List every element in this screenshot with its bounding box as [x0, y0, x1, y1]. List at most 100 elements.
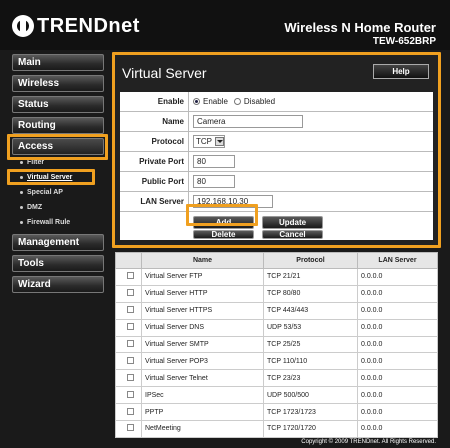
protocol-select[interactable]: TCP — [193, 135, 225, 148]
header: TRENDnet Wireless N Home Router TEW-652B… — [0, 0, 450, 50]
nav-wireless-button[interactable]: Wireless — [12, 75, 104, 92]
row-name: Virtual Server HTTP — [141, 284, 264, 303]
virtual-server-highlight — [7, 169, 95, 185]
bullet-icon — [20, 220, 23, 224]
row-name: Virtual Server Telnet — [141, 369, 264, 388]
cancel-button[interactable]: Cancel — [262, 230, 323, 239]
table-row: PPTP TCP 1723/1723 0.0.0.0 — [115, 403, 438, 422]
delete-button[interactable]: Delete — [193, 230, 254, 239]
row-protocol: TCP 21/21 — [263, 268, 358, 286]
sub-item-label: Special AP — [27, 189, 63, 196]
sidebar: Main Wireless Status Routing Access Filt… — [0, 50, 113, 448]
row-protocol: TCP 25/25 — [263, 335, 358, 354]
row-name: IPSec — [141, 386, 264, 405]
row-protocol: UDP 53/53 — [263, 318, 358, 337]
product-model: TEW-652BRP — [372, 36, 436, 47]
help-button[interactable]: Help — [373, 64, 429, 79]
row-checkbox[interactable] — [126, 424, 134, 432]
row-lan-server: 0.0.0.0 — [357, 352, 438, 371]
virtual-server-form: Enable Enable Disabled Name Camera Proto… — [120, 92, 433, 240]
row-lan-server: 0.0.0.0 — [357, 386, 438, 405]
row-lan-server: 0.0.0.0 — [357, 318, 438, 337]
row-checkbox[interactable] — [126, 306, 134, 314]
row-protocol: TCP 1720/1720 — [263, 420, 358, 438]
name-input[interactable]: Camera — [193, 115, 303, 128]
row-checkbox[interactable] — [126, 373, 134, 381]
row-name: Virtual Server SMTP — [141, 335, 264, 354]
nav-tools-button[interactable]: Tools — [12, 255, 104, 272]
nav-wizard-button[interactable]: Wizard — [12, 276, 104, 293]
protocol-label: Protocol — [120, 132, 189, 151]
row-lan-server: 0.0.0.0 — [357, 301, 438, 320]
table-row: Virtual Server HTTPS TCP 443/443 0.0.0.0 — [115, 301, 438, 320]
enable-option-label: Enable — [203, 97, 228, 106]
row-protocol: TCP 23/23 — [263, 369, 358, 388]
bullet-icon — [20, 205, 23, 209]
row-name: Virtual Server DNS — [141, 318, 264, 337]
row-protocol: TCP 80/80 — [263, 284, 358, 303]
public-port-row: Public Port 80 — [120, 172, 433, 192]
row-lan-server: 0.0.0.0 — [357, 369, 438, 388]
bullet-icon — [20, 190, 23, 194]
sub-item-label: Filter — [27, 159, 45, 166]
sub-item-special-ap[interactable]: Special AP — [20, 189, 63, 196]
lan-server-label: LAN Server — [120, 192, 189, 211]
sub-item-dmz[interactable]: DMZ — [20, 204, 42, 211]
copyright-footer: Copyright © 2009 TRENDnet. All Rights Re… — [301, 439, 436, 445]
private-port-input[interactable]: 80 — [193, 155, 235, 168]
lan-server-row: LAN Server 192.168.10.30 — [120, 192, 433, 212]
trendnet-logo: TRENDnet — [12, 11, 140, 41]
row-checkbox[interactable] — [126, 323, 134, 331]
row-protocol: TCP 1723/1723 — [263, 403, 358, 422]
row-name: Virtual Server HTTPS — [141, 301, 264, 320]
nav-status-button[interactable]: Status — [12, 96, 104, 113]
row-name: Virtual Server FTP — [141, 268, 264, 286]
disable-radio[interactable] — [233, 98, 241, 105]
access-highlight — [7, 134, 108, 160]
protocol-value: TCP — [196, 137, 212, 146]
update-button[interactable]: Update — [262, 216, 323, 229]
row-name: PPTP — [141, 403, 264, 422]
public-port-input[interactable]: 80 — [193, 175, 235, 188]
table-row: Virtual Server FTP TCP 21/21 0.0.0.0 — [115, 268, 438, 286]
virtual-server-table: Name Protocol LAN Server Virtual Server … — [115, 252, 438, 438]
product-info: Wireless N Home Router TEW-652BRP — [284, 20, 436, 47]
trendnet-logo-icon — [12, 15, 34, 37]
nav-routing-button[interactable]: Routing — [12, 117, 104, 134]
enable-row: Enable Enable Disabled — [120, 92, 433, 112]
row-lan-server: 0.0.0.0 — [357, 268, 438, 286]
row-lan-server: 0.0.0.0 — [357, 284, 438, 303]
table-row: Virtual Server SMTP TCP 25/25 0.0.0.0 — [115, 335, 438, 354]
private-port-row: Private Port 80 — [120, 152, 433, 172]
column-header-select — [115, 252, 142, 269]
row-checkbox[interactable] — [126, 340, 134, 347]
row-checkbox[interactable] — [126, 289, 134, 297]
public-port-label: Public Port — [120, 172, 189, 191]
row-checkbox[interactable] — [126, 272, 134, 280]
table-row: NetMeeting TCP 1720/1720 0.0.0.0 — [115, 420, 438, 438]
enable-radio[interactable] — [193, 98, 200, 105]
sub-item-firewall-rule[interactable]: Firewall Rule — [20, 219, 70, 226]
column-header-protocol: Protocol — [263, 252, 358, 269]
enable-label: Enable — [120, 92, 189, 111]
sub-item-filter[interactable]: Filter — [20, 159, 44, 166]
column-header-lan-server: LAN Server — [357, 252, 438, 269]
bullet-icon — [20, 160, 23, 164]
nav-management-button[interactable]: Management — [12, 234, 104, 251]
table-row: Virtual Server HTTP TCP 80/80 0.0.0.0 — [115, 284, 438, 303]
row-protocol: UDP 500/500 — [263, 386, 358, 405]
row-checkbox[interactable] — [126, 390, 134, 398]
disable-option-label: Disabled — [243, 97, 276, 106]
table-row: IPSec UDP 500/500 0.0.0.0 — [115, 386, 438, 405]
row-checkbox[interactable] — [126, 356, 134, 364]
nav-main-button[interactable]: Main — [12, 54, 104, 71]
brand-name: TRENDnet — [37, 14, 140, 37]
table-row: Virtual Server Telnet TCP 23/23 0.0.0.0 — [115, 369, 438, 388]
row-checkbox[interactable] — [126, 407, 134, 415]
table-row: Virtual Server POP3 TCP 110/110 0.0.0.0 — [115, 352, 438, 371]
row-protocol: TCP 110/110 — [263, 352, 358, 371]
row-protocol: TCP 443/443 — [263, 301, 358, 320]
row-name: NetMeeting — [141, 420, 264, 438]
protocol-row: Protocol TCP — [120, 132, 433, 152]
sub-item-label: DMZ — [27, 204, 43, 211]
